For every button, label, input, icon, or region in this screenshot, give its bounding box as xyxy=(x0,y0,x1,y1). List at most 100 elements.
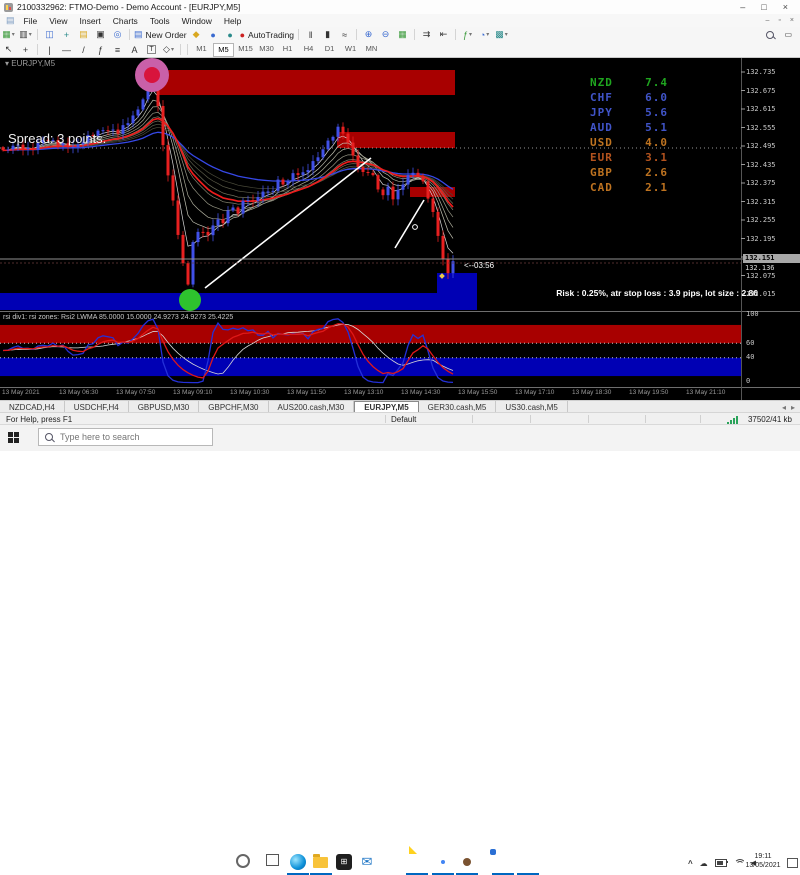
restore-button[interactable]: □ xyxy=(761,2,766,12)
candle-body xyxy=(27,148,30,149)
chat-icon[interactable]: ▭ xyxy=(784,30,792,39)
zoom-out-button[interactable]: ⊖ xyxy=(378,28,393,41)
mdi-restore-button[interactable]: ▫ xyxy=(778,17,780,24)
timeframe-button-d1[interactable]: D1 xyxy=(320,43,339,55)
metaeditor-button[interactable]: ◆ xyxy=(189,28,204,41)
timeframe-button-h1[interactable]: H1 xyxy=(278,43,297,55)
demand-zone-step[interactable] xyxy=(437,273,477,310)
bar-chart-button[interactable]: ‖ xyxy=(303,28,318,41)
chart-window-icon[interactable]: ▤ xyxy=(6,15,15,26)
fibonacci-tool-button[interactable]: ƒ xyxy=(93,43,108,56)
minimize-button[interactable]: – xyxy=(740,2,745,12)
periods-button[interactable]: ◔▾ xyxy=(477,28,492,41)
supply-zone-2[interactable] xyxy=(337,132,455,148)
mql5-button[interactable]: ● xyxy=(223,28,238,41)
vertical-line-tool-button[interactable]: | xyxy=(42,43,57,56)
task-view-button[interactable] xyxy=(266,854,279,866)
menu-item-help[interactable]: Help xyxy=(218,16,247,26)
candle-body xyxy=(337,127,340,137)
user-icon: ● xyxy=(210,30,215,40)
arrows-tool-button[interactable]: ◇▾ xyxy=(161,43,176,56)
new-chart-button[interactable]: ▦▾ xyxy=(1,28,16,41)
price-chart-canvas[interactable] xyxy=(0,57,800,400)
candle-body xyxy=(117,130,120,134)
taskbar-search-box[interactable] xyxy=(38,428,213,446)
microsoft-store-icon[interactable]: ⊞ xyxy=(336,854,352,870)
taskbar-clock[interactable]: 19:11 13/05/2021 xyxy=(740,852,786,870)
timeframe-button-m30[interactable]: M30 xyxy=(257,43,276,55)
time-annotation: <--03:56 xyxy=(464,261,494,270)
time-axis-label: 13 May 21:10 xyxy=(686,389,725,396)
trendline-object-1[interactable] xyxy=(205,158,371,288)
action-center-icon[interactable] xyxy=(787,858,798,868)
tab-scroll-left-icon[interactable]: ◂ xyxy=(782,403,786,412)
candle-body xyxy=(217,219,220,225)
candlestick-chart-button[interactable]: ▮ xyxy=(320,28,335,41)
file-explorer-icon[interactable] xyxy=(313,854,329,870)
close-button[interactable]: × xyxy=(783,2,788,12)
candle-body xyxy=(347,134,350,143)
mdi-close-button[interactable]: × xyxy=(790,17,794,24)
menu-item-charts[interactable]: Charts xyxy=(107,16,144,26)
tile-windows-button[interactable]: ▦ xyxy=(395,28,410,41)
text-label-tool-button[interactable]: T xyxy=(144,43,159,56)
profiles-button[interactable]: ▥▾ xyxy=(18,28,33,41)
tab-scroll-right-icon[interactable]: ▸ xyxy=(791,403,795,412)
market-watch-button[interactable]: ◫ xyxy=(42,28,57,41)
search-input[interactable] xyxy=(58,431,192,443)
autotrading-button[interactable]: ●AutoTrading xyxy=(240,28,294,41)
text-tool-button[interactable]: A xyxy=(127,43,142,56)
onedrive-cloud-icon[interactable]: ☁ xyxy=(700,859,708,868)
mail-app-icon[interactable]: ✉ xyxy=(359,854,375,870)
indicators-button[interactable]: ƒ▾ xyxy=(460,28,475,41)
battery-icon[interactable] xyxy=(715,859,727,867)
cortana-button[interactable] xyxy=(236,854,250,868)
zoom-in-button[interactable]: ⊕ xyxy=(361,28,376,41)
highlight-circle-bottom[interactable] xyxy=(179,289,201,311)
crosshair-tool-button[interactable]: + xyxy=(18,43,33,56)
secondary-price-label: 132.136 xyxy=(745,264,775,272)
navigator-button[interactable]: ▤ xyxy=(76,28,91,41)
cursor-tool-button[interactable]: ↖ xyxy=(1,43,16,56)
current-price-box: 132.151 xyxy=(743,254,800,263)
status-profile[interactable]: Default xyxy=(391,415,416,424)
horizontal-line-tool-button[interactable]: — xyxy=(59,43,74,56)
autotrading-label: AutoTrading xyxy=(248,30,294,40)
timeframe-button-w1[interactable]: W1 xyxy=(341,43,360,55)
mdi-minimize-button[interactable]: – xyxy=(766,17,770,24)
menu-item-tools[interactable]: Tools xyxy=(144,16,176,26)
menu-item-file[interactable]: File xyxy=(18,16,44,26)
demand-zone[interactable] xyxy=(0,293,477,310)
strategy-tester-button[interactable]: ◎ xyxy=(110,28,125,41)
community-button[interactable]: ● xyxy=(206,28,221,41)
trendline-tool-button[interactable]: / xyxy=(76,43,91,56)
templates-button[interactable]: ▩▾ xyxy=(494,28,509,41)
data-window-button[interactable]: + xyxy=(59,28,74,41)
strength-row-cad: CAD2.1 xyxy=(590,181,668,194)
chart-shift-button[interactable]: ⇤ xyxy=(436,28,451,41)
supply-zone-1[interactable] xyxy=(158,70,455,95)
menu-item-view[interactable]: View xyxy=(43,16,73,26)
horizontal-line-icon: — xyxy=(62,45,71,55)
edge-browser-icon[interactable] xyxy=(290,854,306,870)
timeframe-button-h4[interactable]: H4 xyxy=(299,43,318,55)
terminal-button[interactable]: ▣ xyxy=(93,28,108,41)
timeframe-button-m15[interactable]: M15 xyxy=(236,43,255,55)
price-axis-label: 132.615 xyxy=(746,105,776,113)
timeframe-button-m5[interactable]: M5 xyxy=(213,43,234,57)
start-button[interactable] xyxy=(8,432,19,443)
price-axis-label: 132.195 xyxy=(746,235,776,243)
line-chart-button[interactable]: ≈ xyxy=(337,28,352,41)
timeframe-button-mn[interactable]: MN xyxy=(362,43,381,55)
new-order-button[interactable]: ▤New Order xyxy=(134,28,187,41)
menu-item-window[interactable]: Window xyxy=(176,16,218,26)
search-icon[interactable] xyxy=(766,31,774,39)
time-axis-label: 13 May 06:30 xyxy=(59,389,98,396)
trendline-object-2[interactable] xyxy=(395,200,424,248)
auto-scroll-button[interactable]: ⇉ xyxy=(419,28,434,41)
channel-tool-button[interactable]: ≡ xyxy=(110,43,125,56)
timeframe-button-m1[interactable]: M1 xyxy=(192,43,211,55)
tray-chevron-icon[interactable]: ^ xyxy=(688,859,693,868)
menu-item-insert[interactable]: Insert xyxy=(74,16,107,26)
sell-entry-marker[interactable] xyxy=(413,225,418,230)
